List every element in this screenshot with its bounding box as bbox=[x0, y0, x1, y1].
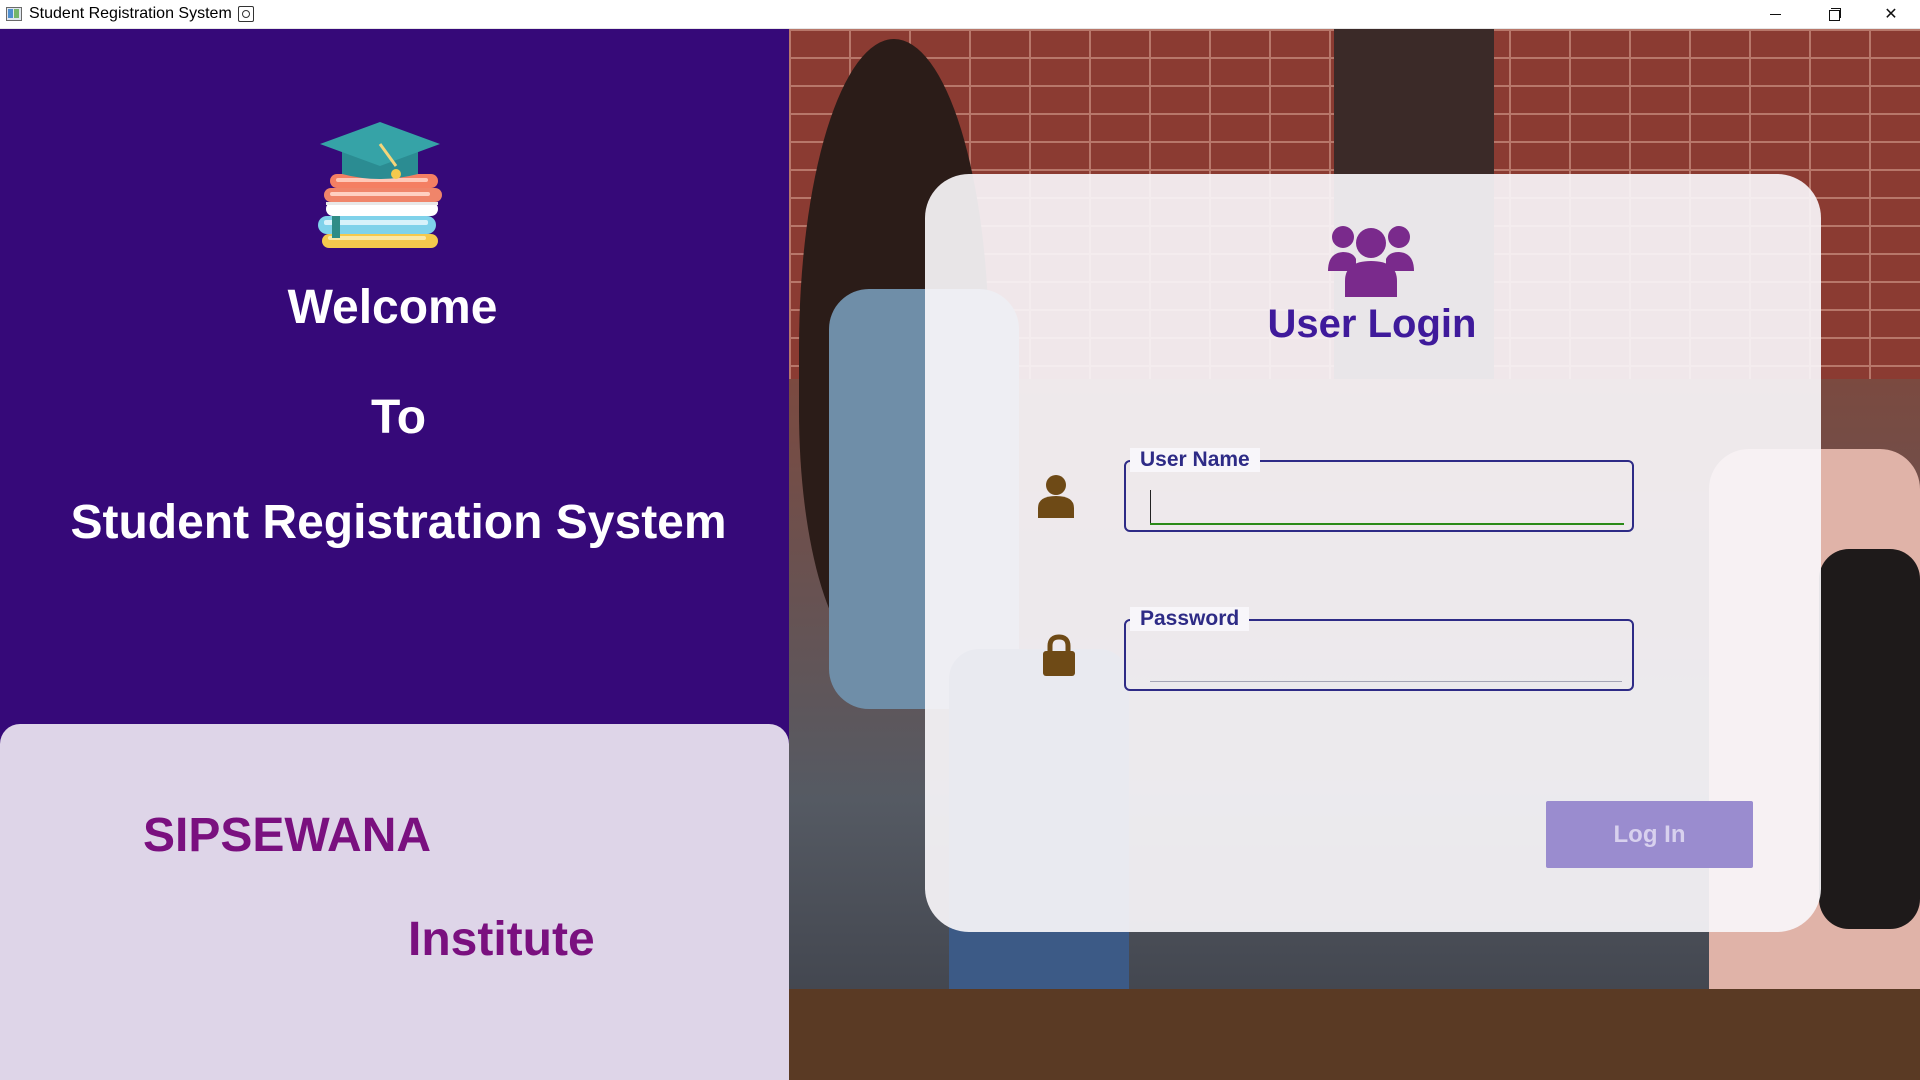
app-icon bbox=[6, 7, 22, 21]
restore-button[interactable] bbox=[1804, 0, 1862, 29]
user-icon bbox=[1038, 475, 1074, 518]
password-underline bbox=[1150, 681, 1622, 682]
lock-icon bbox=[1043, 634, 1075, 676]
title-extra-icon bbox=[237, 6, 254, 22]
close-icon: ✕ bbox=[1884, 6, 1898, 23]
welcome-text: Welcome bbox=[287, 281, 498, 334]
window-controls: ✕ bbox=[1746, 0, 1920, 29]
to-text: To bbox=[370, 391, 427, 444]
graduation-cap-books-icon bbox=[318, 122, 442, 248]
system-name-text: Student Registration System bbox=[70, 496, 727, 549]
password-label: Password bbox=[1130, 607, 1250, 631]
login-title: User Login bbox=[1267, 302, 1477, 346]
username-input[interactable] bbox=[1150, 488, 1622, 518]
window-title: Student Registration System bbox=[29, 5, 232, 22]
text-caret bbox=[1150, 490, 1151, 523]
welcome-panel: Welcome To Student Registration System bbox=[0, 29, 789, 1080]
minimize-button[interactable] bbox=[1746, 0, 1804, 29]
institute-name-line1: SIPSEWANA bbox=[143, 809, 432, 862]
username-underline bbox=[1150, 523, 1624, 525]
institute-name-line2: Institute bbox=[408, 913, 595, 966]
close-button[interactable]: ✕ bbox=[1862, 0, 1920, 29]
users-group-icon bbox=[1328, 226, 1414, 297]
window-title-bar: Student Registration System ✕ bbox=[0, 0, 1920, 29]
login-button[interactable]: Log In bbox=[1546, 801, 1753, 868]
username-field: User Name bbox=[1124, 448, 1634, 532]
institute-card bbox=[0, 724, 789, 1080]
password-field: Password bbox=[1124, 607, 1634, 691]
password-input[interactable] bbox=[1150, 647, 1622, 677]
username-label: User Name bbox=[1130, 448, 1260, 472]
